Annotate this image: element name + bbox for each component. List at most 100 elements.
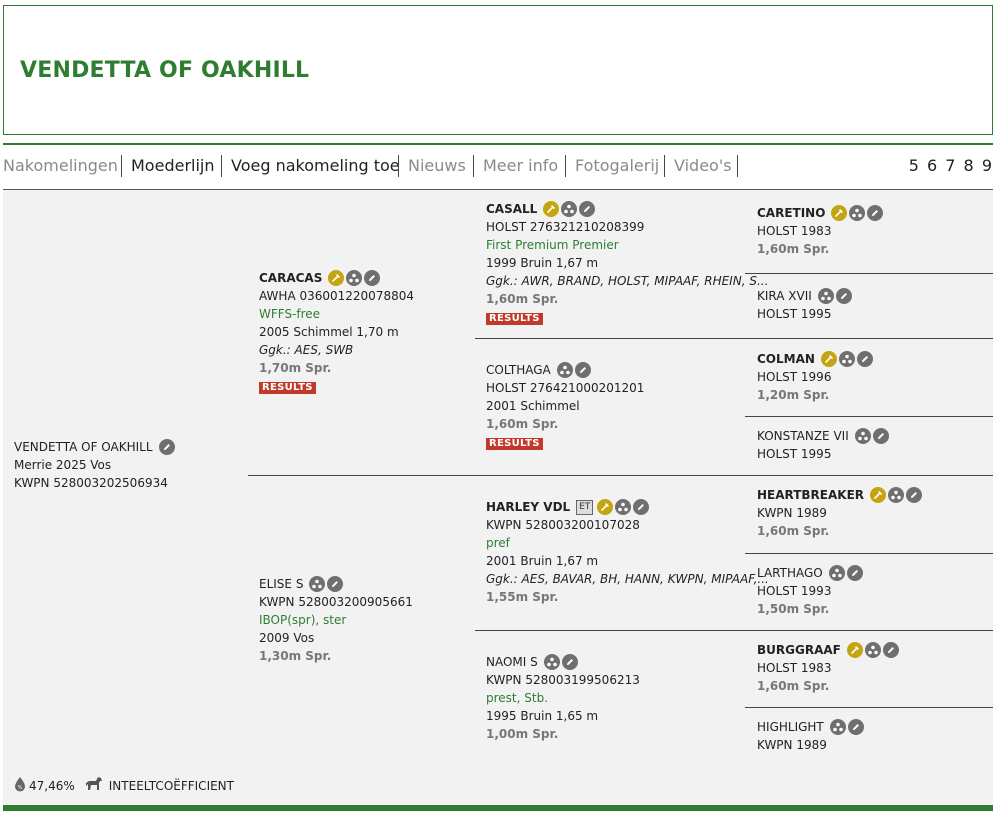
nav-item-moederlijn[interactable]: Moederlijn bbox=[131, 156, 215, 175]
horse-spr: 1,60m Spr. bbox=[757, 524, 830, 538]
horse-name[interactable]: NAOMI S bbox=[486, 653, 538, 671]
family-tree-icon[interactable] bbox=[888, 487, 905, 503]
pencil-icon[interactable] bbox=[835, 288, 852, 304]
results-badge[interactable]: RESULTS bbox=[486, 438, 543, 450]
family-tree-icon[interactable] bbox=[561, 201, 578, 217]
horse-spr: 1,50m Spr. bbox=[757, 602, 830, 616]
horse-name[interactable]: HIGHLIGHT bbox=[757, 718, 824, 736]
horse-name[interactable]: HARLEY VDL bbox=[486, 498, 570, 516]
syringe-icon[interactable] bbox=[597, 499, 614, 515]
horse-name[interactable]: VENDETTA OF OAKHILL bbox=[14, 438, 153, 456]
horse-name[interactable]: COLTHAGA bbox=[486, 361, 551, 379]
page-link[interactable]: 6 bbox=[927, 156, 937, 175]
family-tree-icon[interactable] bbox=[864, 642, 881, 658]
horse-name[interactable]: BURGGRAAF bbox=[757, 641, 841, 659]
horse-predicate: WFFS-free bbox=[259, 307, 321, 321]
footer-divider bbox=[3, 805, 993, 811]
family-tree-icon[interactable] bbox=[817, 288, 834, 304]
inbreeding-label[interactable]: INTEELTCOËFFICIENT bbox=[109, 779, 234, 793]
pencil-icon[interactable] bbox=[906, 487, 923, 503]
horse-name[interactable]: HEARTBREAKER bbox=[757, 486, 864, 504]
family-tree-icon[interactable] bbox=[309, 576, 326, 592]
horse-name[interactable]: CARACAS bbox=[259, 269, 322, 287]
nav-item-fotogalerij[interactable]: Fotogalerij bbox=[575, 156, 659, 175]
pencil-icon[interactable] bbox=[856, 351, 873, 367]
horse-name[interactable]: KONSTANZE VII bbox=[757, 427, 849, 445]
horse-predicate: IBOP(spr), ster bbox=[259, 613, 347, 627]
syringe-icon[interactable] bbox=[543, 201, 560, 217]
horse-g4-8: HIGHLIGHT KWPN 1989 bbox=[757, 718, 864, 754]
family-tree-icon[interactable] bbox=[543, 654, 560, 670]
family-tree-icon[interactable] bbox=[854, 428, 871, 444]
horse-sire: CARACAS AWHA 036001220078804 WFFS-free 2… bbox=[259, 269, 414, 395]
horse-spr: 1,30m Spr. bbox=[259, 649, 332, 663]
page-link[interactable]: 5 bbox=[909, 156, 919, 175]
family-tree-icon[interactable] bbox=[829, 719, 846, 735]
pencil-icon[interactable] bbox=[158, 439, 175, 455]
blood-drop-icon: % bbox=[14, 776, 26, 795]
horse-name[interactable]: CARETINO bbox=[757, 204, 825, 222]
horse-info: 2009 Vos bbox=[259, 631, 315, 645]
nav-item-videos[interactable]: Video's bbox=[674, 156, 732, 175]
pencil-icon[interactable] bbox=[633, 499, 650, 515]
nav-item-voeg-nakomeling-toe[interactable]: Voeg nakomeling toe bbox=[231, 156, 400, 175]
horse-g4-7: BURGGRAAF HOLST 1983 1,60m Spr. bbox=[757, 641, 899, 695]
nav-separator bbox=[737, 155, 738, 177]
nav-item-meer-info[interactable]: Meer info bbox=[483, 156, 558, 175]
pagination: 5 6 7 8 9 bbox=[906, 156, 992, 175]
pencil-icon[interactable] bbox=[872, 428, 889, 444]
horse-name[interactable]: ELISE S bbox=[259, 575, 303, 593]
horse-registration: HOLST 276321210208399 bbox=[486, 220, 645, 234]
syringe-icon[interactable] bbox=[870, 487, 887, 503]
pedigree-divider bbox=[745, 273, 993, 274]
horse-g4-4: KONSTANZE VII HOLST 1995 bbox=[757, 427, 889, 463]
horse-dam: ELISE S KWPN 528003200905661 IBOP(spr), … bbox=[259, 575, 413, 665]
family-tree-icon[interactable] bbox=[838, 351, 855, 367]
horse-registration: HOLST 1983 bbox=[757, 661, 832, 675]
pencil-icon[interactable] bbox=[847, 719, 864, 735]
pedigree-divider bbox=[248, 475, 993, 476]
pencil-icon[interactable] bbox=[579, 201, 596, 217]
pedigree-divider bbox=[475, 338, 993, 339]
syringe-icon[interactable] bbox=[820, 351, 837, 367]
family-tree-icon[interactable] bbox=[615, 499, 632, 515]
syringe-icon[interactable] bbox=[831, 205, 848, 221]
page-link[interactable]: 7 bbox=[945, 156, 955, 175]
nav-item-nakomelingen[interactable]: Nakomelingen bbox=[3, 156, 118, 175]
horse-name[interactable]: LARTHAGO bbox=[757, 564, 823, 582]
nav-item-nieuws[interactable]: Nieuws bbox=[408, 156, 466, 175]
pedigree-divider bbox=[475, 630, 993, 631]
nav-separator bbox=[221, 155, 222, 177]
horse-g4-3: COLMAN HOLST 1996 1,20m Spr. bbox=[757, 350, 873, 404]
pencil-icon[interactable] bbox=[882, 642, 899, 658]
results-badge[interactable]: RESULTS bbox=[259, 382, 316, 394]
horse-info: Merrie 2025 Vos bbox=[14, 458, 112, 472]
horse-name[interactable]: CASALL bbox=[486, 200, 537, 218]
page-link[interactable]: 9 bbox=[982, 156, 992, 175]
syringe-icon[interactable] bbox=[846, 642, 863, 658]
pencil-icon[interactable] bbox=[561, 654, 578, 670]
family-tree-icon[interactable] bbox=[556, 362, 573, 378]
horse-sire-dam: COLTHAGA HOLST 276421000201201 2001 Schi… bbox=[486, 361, 644, 451]
results-badge[interactable]: RESULTS bbox=[486, 313, 543, 325]
et-badge: ET bbox=[576, 499, 594, 515]
horse-registration: HOLST 1995 bbox=[757, 307, 832, 321]
horse-info: 2005 Schimmel 1,70 m bbox=[259, 325, 399, 339]
pencil-icon[interactable] bbox=[364, 270, 381, 286]
page-link[interactable]: 8 bbox=[964, 156, 974, 175]
nav-separator bbox=[473, 155, 474, 177]
nav-separator bbox=[565, 155, 566, 177]
syringe-icon[interactable] bbox=[328, 270, 345, 286]
family-tree-icon[interactable] bbox=[828, 565, 845, 581]
pencil-icon[interactable] bbox=[867, 205, 884, 221]
horse-spr: 1,60m Spr. bbox=[757, 679, 830, 693]
horse-registration: KWPN 528003200905661 bbox=[259, 595, 413, 609]
horse-name[interactable]: COLMAN bbox=[757, 350, 815, 368]
family-tree-icon[interactable] bbox=[849, 205, 866, 221]
horse-dam-dam: NAOMI S KWPN 528003199506213 prest, Stb.… bbox=[486, 653, 640, 743]
pencil-icon[interactable] bbox=[574, 362, 591, 378]
family-tree-icon[interactable] bbox=[346, 270, 363, 286]
pencil-icon[interactable] bbox=[846, 565, 863, 581]
horse-name[interactable]: KIRA XVII bbox=[757, 287, 812, 305]
pencil-icon[interactable] bbox=[327, 576, 344, 592]
